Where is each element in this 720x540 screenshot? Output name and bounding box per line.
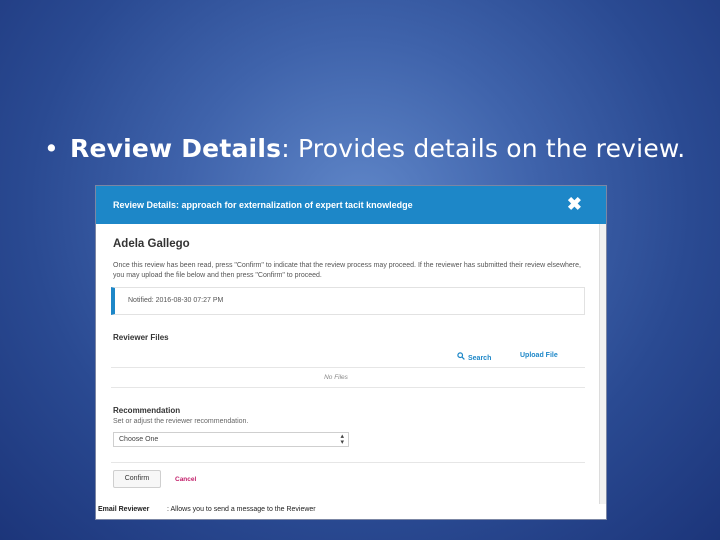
cancel-link[interactable]: Cancel bbox=[175, 476, 196, 483]
search-label: Search bbox=[468, 355, 492, 362]
bullet-term: Review Details bbox=[70, 134, 282, 163]
recommendation-description: Set or adjust the reviewer recommendatio… bbox=[113, 418, 249, 425]
notified-notice: Notified: 2016-08-30 07:27 PM bbox=[111, 287, 585, 315]
confirm-button[interactable]: Confirm bbox=[113, 470, 161, 488]
review-details-screenshot: Review Details: approach for externaliza… bbox=[96, 186, 606, 519]
notified-text: Notified: 2016-08-30 07:27 PM bbox=[128, 297, 224, 304]
footer-divider bbox=[111, 462, 585, 463]
files-divider bbox=[111, 367, 585, 368]
upload-file-link[interactable]: Upload File bbox=[520, 352, 558, 359]
reviewer-files-heading: Reviewer Files bbox=[113, 333, 169, 342]
modal-header: Review Details: approach for externaliza… bbox=[96, 186, 606, 224]
search-icon bbox=[457, 352, 465, 360]
email-reviewer-description: : Allows you to send a message to the Re… bbox=[167, 506, 316, 513]
modal-scrollbar[interactable] bbox=[599, 224, 606, 504]
select-arrows-icon: ▴ ▾ bbox=[340, 433, 344, 446]
recommendation-selected-value: Choose One bbox=[119, 436, 159, 443]
no-files-text: No Files bbox=[324, 374, 348, 381]
close-icon[interactable]: ✖ bbox=[567, 195, 582, 213]
email-reviewer-caption: Email Reviewer : Allows you to send a me… bbox=[96, 504, 606, 519]
recommendation-heading: Recommendation bbox=[113, 406, 181, 415]
review-instructions: Once this review has been read, press "C… bbox=[113, 262, 581, 279]
reviewer-name: Adela Gallego bbox=[113, 238, 190, 250]
bullet-symbol: • bbox=[44, 134, 59, 163]
files-divider-bottom bbox=[111, 387, 585, 388]
recommendation-select[interactable]: Choose One ▴ ▾ bbox=[113, 432, 349, 447]
email-reviewer-label[interactable]: Email Reviewer bbox=[98, 506, 149, 513]
bullet-description: : Provides details on the review. bbox=[281, 134, 686, 163]
modal-title: Review Details: approach for externaliza… bbox=[113, 200, 413, 210]
search-files-link[interactable]: Search bbox=[457, 352, 491, 362]
slide-bullet-text: • Review Details: Provides details on the… bbox=[44, 134, 685, 163]
